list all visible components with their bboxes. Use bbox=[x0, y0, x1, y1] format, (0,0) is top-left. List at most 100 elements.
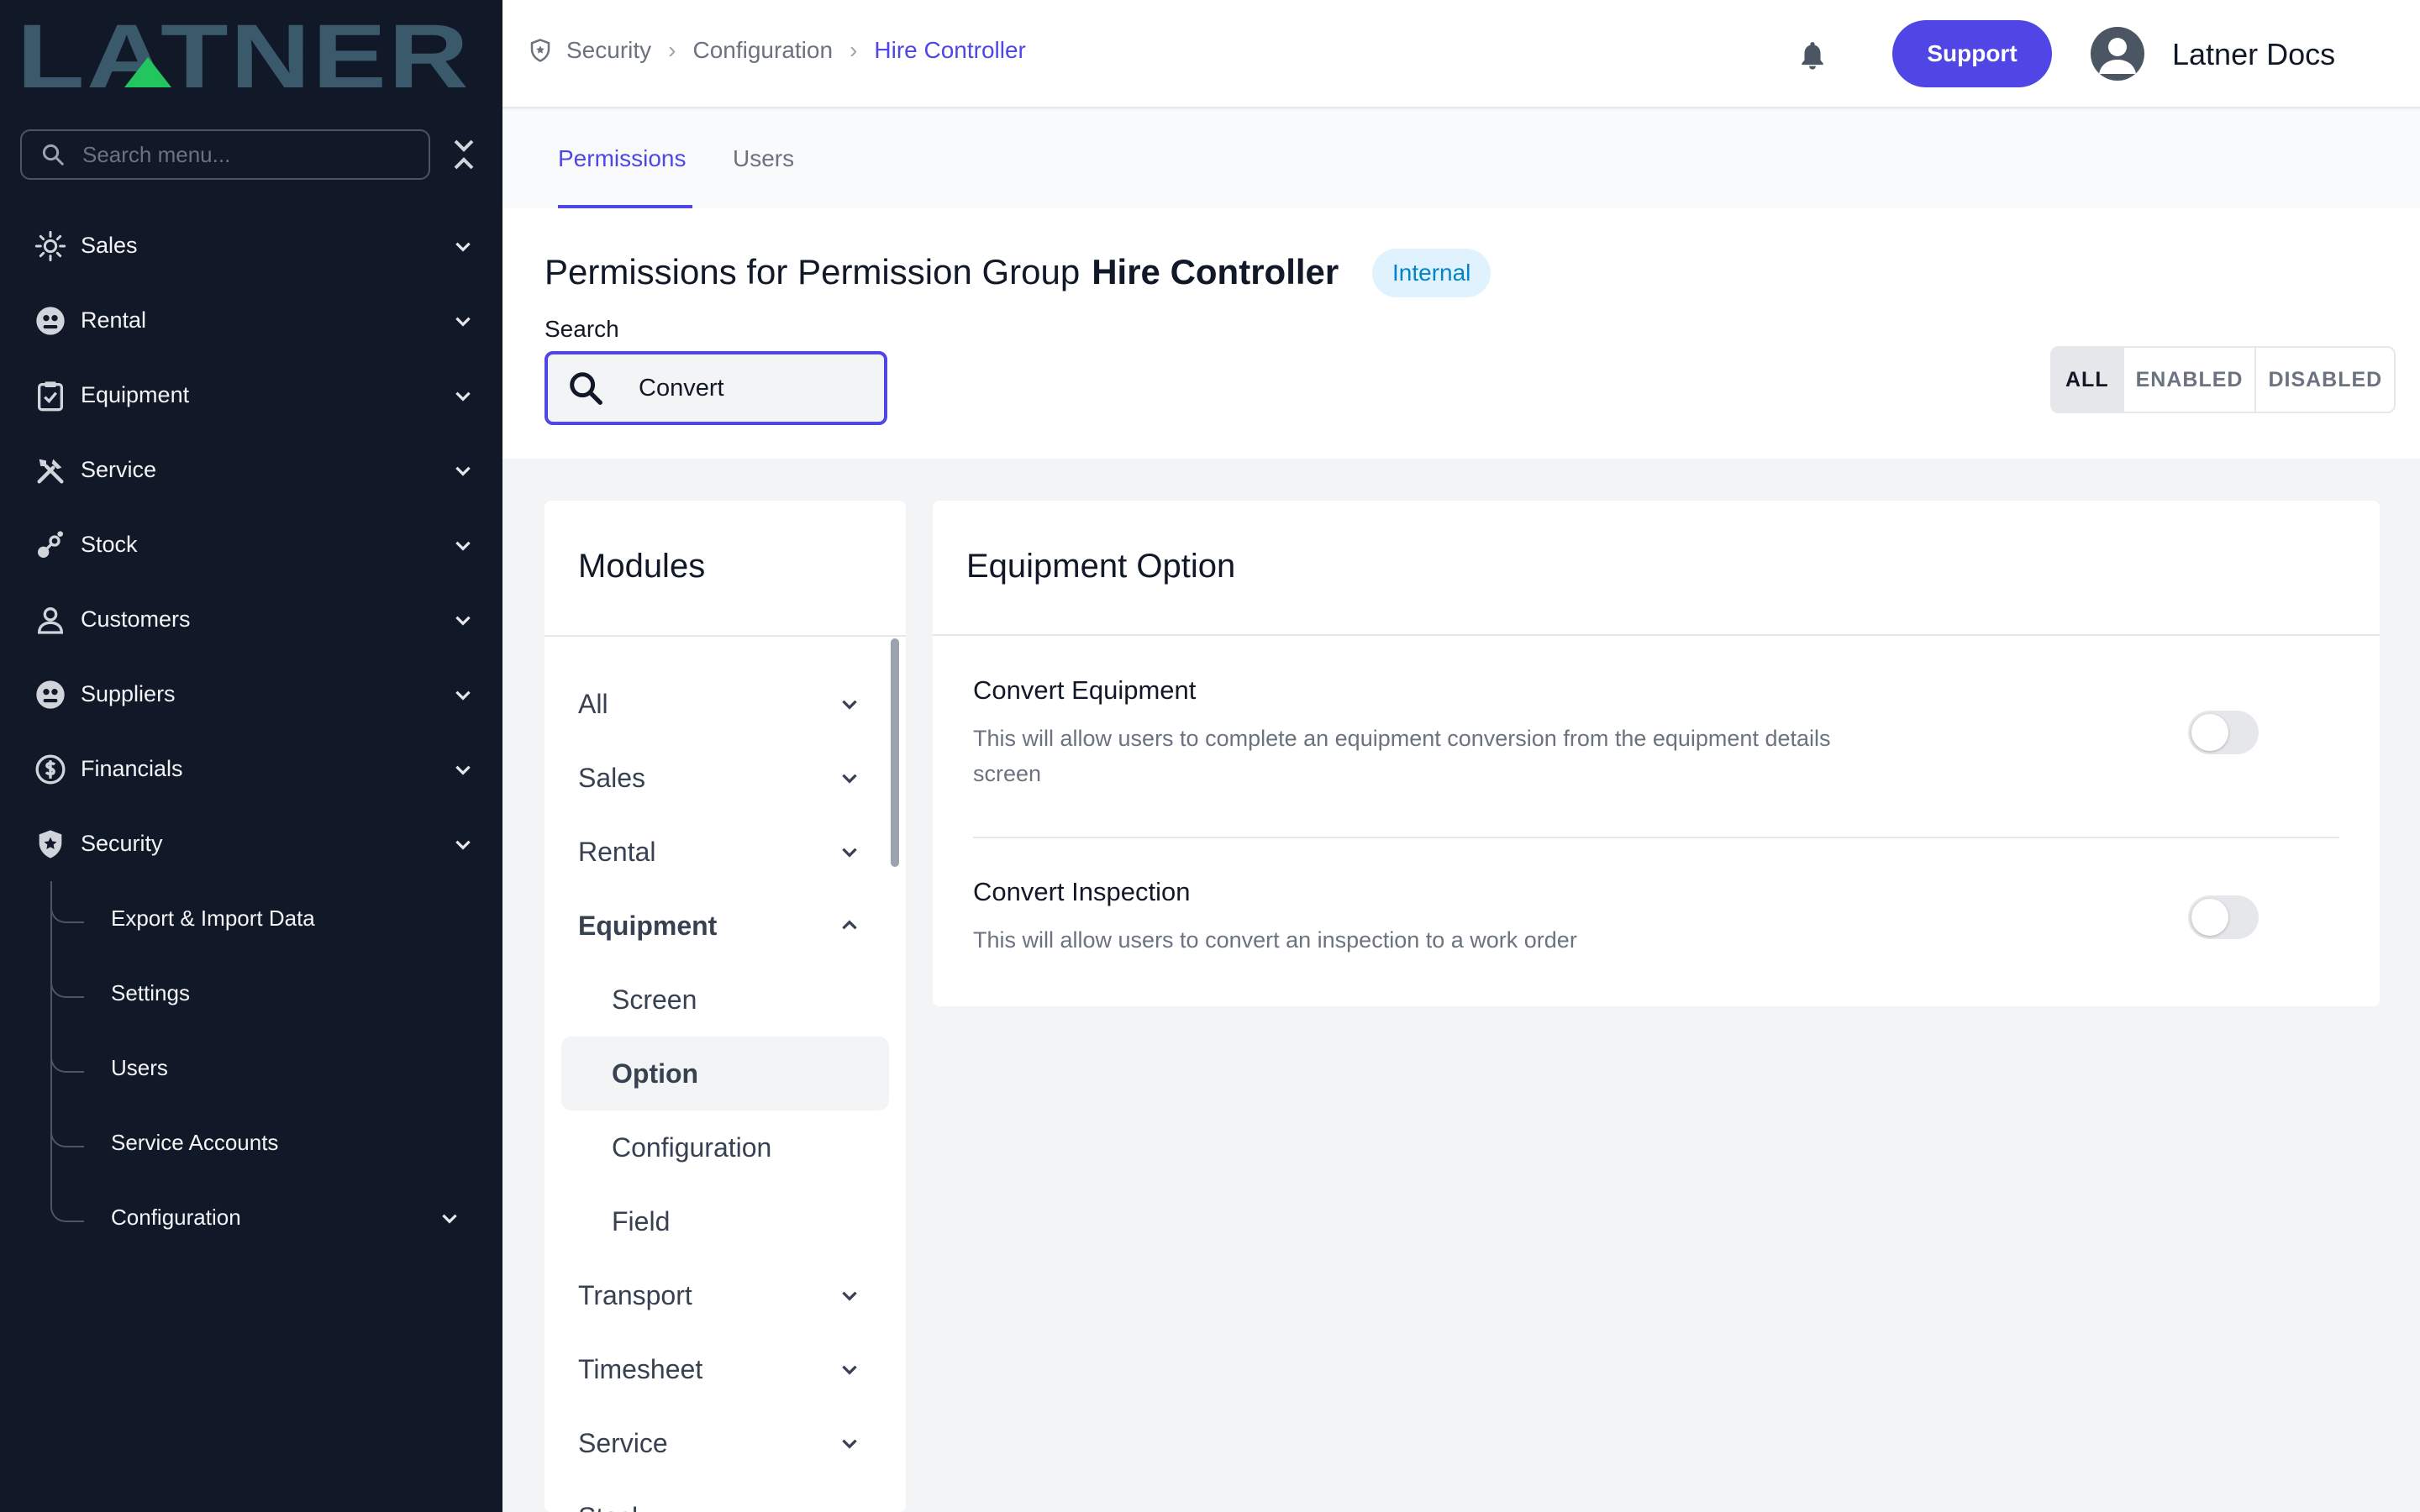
module-item-sales[interactable]: Sales bbox=[544, 741, 906, 815]
permissions-panel: Equipment Option Convert Equipment This … bbox=[933, 501, 2380, 1006]
page-header: Permissions for Permission Group Hire Con… bbox=[502, 208, 2420, 459]
stock-icon bbox=[34, 528, 67, 562]
breadcrumb-security[interactable]: Security bbox=[566, 37, 651, 64]
chevron-down-icon bbox=[455, 616, 471, 626]
search-value: Convert bbox=[639, 374, 724, 402]
avatar[interactable] bbox=[2091, 27, 2144, 81]
permission-row: Convert Inspection This will allow users… bbox=[973, 877, 2339, 958]
convert-inspection-toggle[interactable] bbox=[2188, 895, 2259, 939]
filter-all-button[interactable]: ALL bbox=[2052, 348, 2123, 412]
breadcrumb-separator-icon: › bbox=[668, 37, 676, 63]
module-label: All bbox=[578, 688, 608, 719]
module-label: Service bbox=[578, 1427, 668, 1458]
module-subitem-configuration[interactable]: Configuration bbox=[544, 1110, 906, 1184]
sidebar-subitem-label: Users bbox=[111, 1055, 168, 1080]
permission-row: Convert Equipment This will allow users … bbox=[973, 675, 2339, 791]
sidebar-search-input[interactable]: Search menu... bbox=[20, 129, 430, 180]
rental-icon bbox=[34, 304, 67, 338]
divider bbox=[933, 634, 2380, 636]
modules-title: Modules bbox=[578, 548, 706, 585]
module-label: Rental bbox=[578, 836, 656, 867]
module-item-stock[interactable]: Stock bbox=[544, 1480, 906, 1512]
sidebar-item-equipment[interactable]: Equipment bbox=[0, 358, 502, 433]
sidebar-subitem-settings[interactable]: Settings bbox=[0, 956, 502, 1031]
breadcrumb-configuration[interactable]: Configuration bbox=[692, 37, 833, 64]
subnav-connector bbox=[50, 1105, 84, 1147]
sales-icon bbox=[34, 229, 67, 263]
permission-description: This will allow users to complete an equ… bbox=[973, 726, 1831, 786]
module-item-timesheet[interactable]: Timesheet bbox=[544, 1332, 906, 1406]
permission-group-name: Hire Controller bbox=[1092, 252, 1339, 291]
permission-title: Convert Inspection bbox=[973, 877, 1191, 906]
shield-icon bbox=[530, 39, 550, 62]
tab-permissions[interactable]: Permissions bbox=[558, 145, 686, 172]
breadcrumb: Security › Configuration › Hire Controll… bbox=[528, 37, 1026, 64]
sidebar-item-label: Service bbox=[81, 457, 157, 482]
module-subitem-field[interactable]: Field bbox=[544, 1184, 906, 1258]
sidebar-subitem-label: Export & Import Data bbox=[111, 906, 315, 931]
chevron-down-icon bbox=[455, 466, 471, 476]
customers-icon bbox=[34, 603, 67, 637]
module-label: Field bbox=[612, 1205, 671, 1236]
sidebar-item-financials[interactable]: Financials bbox=[0, 732, 502, 806]
user-name[interactable]: Latner Docs bbox=[2172, 37, 2335, 72]
permission-description: This will allow users to convert an insp… bbox=[973, 927, 1577, 953]
tab-bar: Permissions Users bbox=[502, 110, 2420, 208]
module-label: Screen bbox=[612, 984, 697, 1015]
equipment-icon bbox=[34, 379, 67, 412]
sidebar-item-label: Financials bbox=[81, 756, 183, 781]
filter-disabled-button[interactable]: DISABLED bbox=[2254, 348, 2394, 412]
filter-enabled-button[interactable]: ENABLED bbox=[2122, 348, 2255, 412]
svg-text:LATNER: LATNER bbox=[17, 20, 471, 92]
module-subitem-screen[interactable]: Screen bbox=[544, 963, 906, 1037]
chevron-down-icon bbox=[842, 774, 857, 784]
toggle-knob bbox=[2191, 714, 2228, 751]
module-label: Equipment bbox=[578, 910, 718, 941]
sidebar-item-security[interactable]: Security bbox=[0, 806, 502, 881]
sidebar-subitem-export-import[interactable]: Export & Import Data bbox=[0, 881, 502, 956]
sidebar-item-label: Equipment bbox=[81, 382, 190, 407]
subnav-connector bbox=[50, 1180, 84, 1222]
divider bbox=[973, 837, 2339, 838]
scrollbar[interactable] bbox=[891, 638, 899, 867]
chevron-down-icon bbox=[455, 765, 471, 775]
module-item-service[interactable]: Service bbox=[544, 1406, 906, 1480]
sidebar-item-label: Rental bbox=[81, 307, 147, 333]
sidebar-item-stock[interactable]: Stock bbox=[0, 507, 502, 582]
support-button[interactable]: Support bbox=[1892, 20, 2052, 87]
chevron-down-icon bbox=[455, 541, 471, 551]
chevron-down-icon bbox=[842, 1439, 857, 1449]
permission-search-input[interactable]: Convert bbox=[544, 351, 887, 425]
sidebar: LATNER Search menu... Sales Rental Equip… bbox=[0, 0, 502, 1512]
convert-equipment-toggle[interactable] bbox=[2188, 711, 2259, 754]
sidebar-item-suppliers[interactable]: Suppliers bbox=[0, 657, 502, 732]
module-item-transport[interactable]: Transport bbox=[544, 1258, 906, 1332]
sidebar-subitem-label: Settings bbox=[111, 980, 190, 1005]
module-label: Configuration bbox=[612, 1131, 772, 1163]
bell-icon[interactable] bbox=[1797, 39, 1828, 72]
module-item-rental[interactable]: Rental bbox=[544, 815, 906, 889]
latner-logo[interactable]: LATNER bbox=[17, 20, 471, 92]
sidebar-subitem-service-accounts[interactable]: Service Accounts bbox=[0, 1105, 502, 1180]
sidebar-item-rental[interactable]: Rental bbox=[0, 283, 502, 358]
filter-segmented-control: ALL ENABLED DISABLED bbox=[2050, 346, 2396, 413]
sidebar-item-label: Security bbox=[81, 831, 163, 856]
breadcrumb-current[interactable]: Hire Controller bbox=[874, 37, 1026, 64]
shield-icon bbox=[34, 827, 67, 861]
module-item-all[interactable]: All bbox=[544, 667, 906, 741]
sidebar-item-sales[interactable]: Sales bbox=[0, 208, 502, 283]
search-label: Search bbox=[544, 316, 619, 342]
collapse-all-icon[interactable] bbox=[450, 138, 477, 171]
chevron-down-icon bbox=[455, 242, 471, 252]
module-item-equipment[interactable]: Equipment bbox=[544, 889, 906, 963]
tab-users[interactable]: Users bbox=[733, 145, 794, 172]
page-title-prefix: Permissions for Permission Group bbox=[544, 252, 1081, 291]
chevron-down-icon bbox=[839, 1506, 860, 1512]
chevron-down-icon bbox=[455, 317, 471, 327]
sidebar-item-customers[interactable]: Customers bbox=[0, 582, 502, 657]
sidebar-subitem-users[interactable]: Users bbox=[0, 1031, 502, 1105]
module-subitem-option[interactable]: Option bbox=[561, 1037, 889, 1110]
sidebar-item-service[interactable]: Service bbox=[0, 433, 502, 507]
sidebar-subitem-configuration[interactable]: Configuration bbox=[0, 1180, 502, 1255]
chevron-down-icon bbox=[455, 690, 471, 701]
